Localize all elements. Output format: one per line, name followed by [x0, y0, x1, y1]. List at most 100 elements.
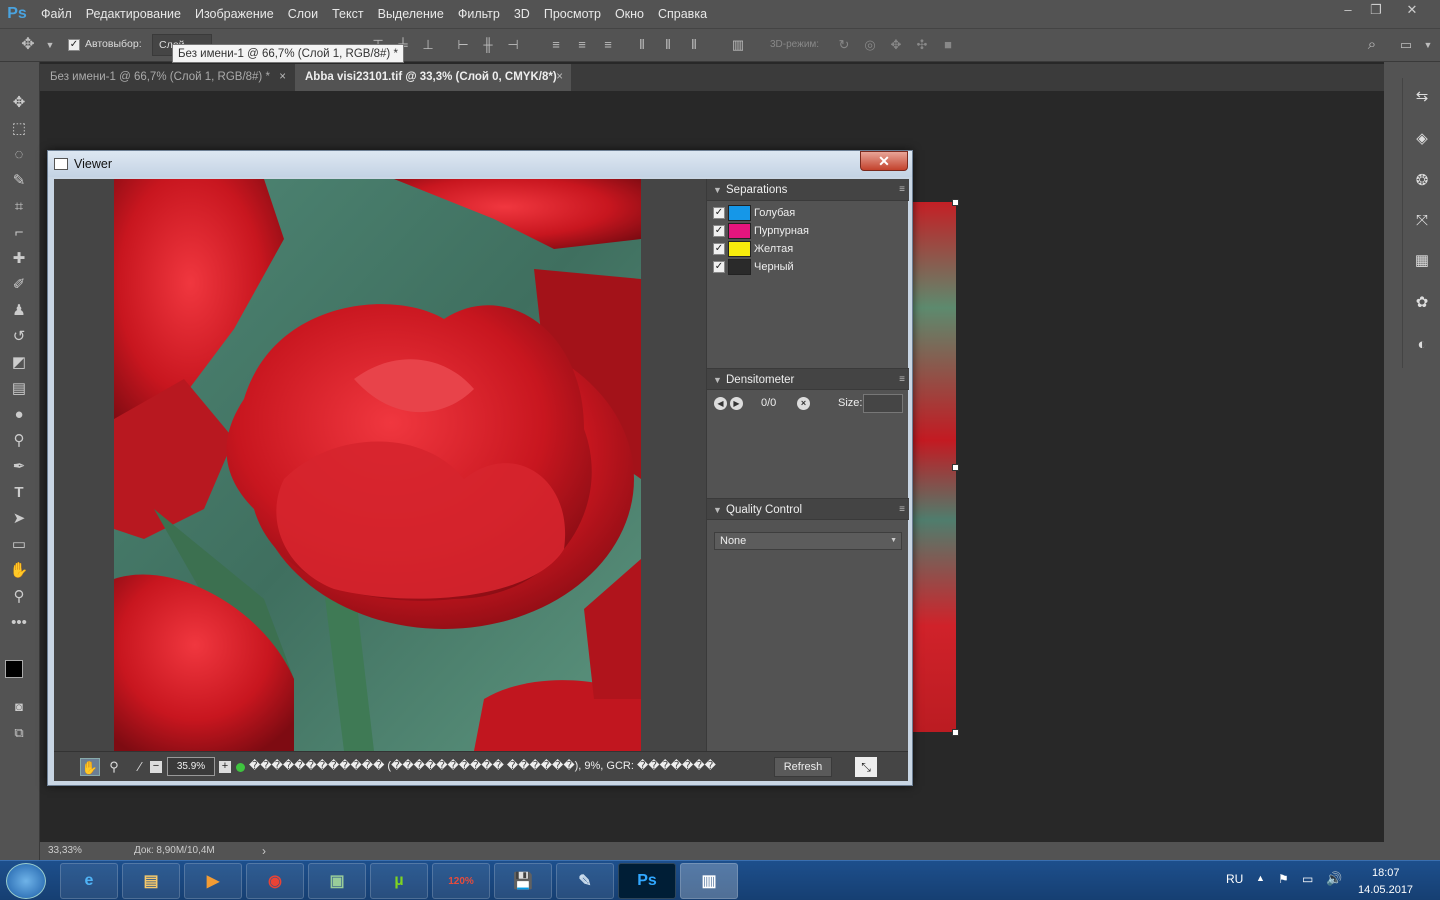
status-menu-arrow[interactable]: › [262, 842, 266, 860]
history-brush-tool-icon[interactable]: ↺ [6, 326, 32, 348]
transform-handle[interactable] [952, 729, 959, 736]
type-tool-icon[interactable]: T [6, 482, 32, 504]
align-right-icon[interactable]: ⊣ [505, 37, 521, 53]
menu-file[interactable]: Файл [34, 0, 79, 28]
network-icon[interactable]: ▭ [1302, 872, 1313, 886]
chevron-down-icon[interactable]: ▼ [713, 179, 722, 201]
align-hcenter-icon[interactable]: ╫ [480, 37, 496, 53]
restore-button[interactable]: ❐ [1362, 0, 1390, 20]
more-tools-icon[interactable]: ••• [6, 612, 32, 634]
chevron-down-icon[interactable]: ▼ [713, 499, 722, 521]
blur-tool-icon[interactable]: ● [6, 404, 32, 426]
flag-icon[interactable]: ⚑ [1278, 872, 1289, 886]
size-stepper[interactable] [863, 394, 903, 413]
chevron-down-icon[interactable]: ▼ [42, 37, 58, 53]
monitor-taskbar-icon[interactable]: ▣ [308, 863, 366, 899]
3d-roll-icon[interactable]: ◎ [862, 37, 878, 53]
separation-row-yellow[interactable]: ✓ Желтая [713, 240, 793, 257]
healing-brush-tool-icon[interactable]: ✚ [6, 248, 32, 270]
3d-pan-icon[interactable]: ✥ [888, 37, 904, 53]
explorer-taskbar-icon[interactable]: ▤ [122, 863, 180, 899]
viewer-close-button[interactable]: ✕ [860, 151, 908, 171]
move-tool-icon[interactable]: ✥ [6, 92, 32, 114]
black-checkbox[interactable]: ✓ [713, 260, 725, 273]
adjustments-panel-icon[interactable]: ◐ [1411, 334, 1433, 356]
photoshop-taskbar-icon[interactable]: Ps [618, 863, 676, 899]
hand-tool-icon[interactable]: ✋ [80, 758, 100, 776]
3d-rotate-icon[interactable]: ↻ [836, 37, 852, 53]
menu-view[interactable]: Просмотр [537, 0, 608, 28]
panel-menu-icon[interactable]: ≡ [899, 499, 905, 521]
menu-type[interactable]: Текст [325, 0, 370, 28]
menu-select[interactable]: Выделение [371, 0, 451, 28]
move-tool-icon[interactable]: ✥ [20, 37, 36, 53]
collapse-window-icon[interactable]: ⤡ [855, 757, 877, 777]
3d-scale-icon[interactable]: ■ [940, 37, 956, 53]
distribute-bottom-icon[interactable]: ≡ [600, 37, 616, 53]
eyedropper-tool-icon[interactable]: ⌐ [6, 222, 32, 244]
autoselect-checkbox[interactable]: ✓ [68, 39, 80, 51]
brush-tool-icon[interactable]: ✐ [6, 274, 32, 296]
utorrent-taskbar-icon[interactable]: µ [370, 863, 428, 899]
separation-row-cyan[interactable]: ✓ Голубая [713, 204, 795, 221]
zoom-out-icon[interactable]: − [150, 761, 162, 773]
auto-align-icon[interactable]: ▥ [730, 37, 746, 53]
close-icon[interactable]: × [279, 64, 286, 91]
tulip-photo[interactable] [114, 179, 641, 751]
distribute-left-icon[interactable]: ⫴ [634, 37, 650, 53]
magenta-checkbox[interactable]: ✓ [713, 224, 725, 237]
menu-window[interactable]: Окно [608, 0, 651, 28]
pdf-taskbar-icon[interactable]: 120% [432, 863, 490, 899]
workspace-chevron-icon[interactable]: ▼ [1420, 37, 1436, 53]
distribute-vcenter-icon[interactable]: ≡ [574, 37, 590, 53]
clock-time[interactable]: 18:07 [1372, 867, 1400, 879]
transform-handle[interactable] [952, 199, 959, 206]
zoom-in-icon[interactable]: + [219, 761, 231, 773]
quality-control-select[interactable]: None ▼ [714, 532, 902, 550]
volume-icon[interactable]: 🔊 [1326, 871, 1342, 887]
tab-untitled-1[interactable]: Без имени-1 @ 66,7% (Слой 1, RGB/8#) * × [40, 64, 294, 91]
cyan-checkbox[interactable]: ✓ [713, 206, 725, 219]
workspace-icon[interactable]: ▭ [1398, 37, 1414, 53]
path-select-tool-icon[interactable]: ➤ [6, 508, 32, 530]
densitometer-header[interactable]: ▼ Densitometer ≡ [707, 368, 909, 390]
document-image[interactable] [908, 202, 956, 732]
ie-taskbar-icon[interactable]: e [60, 863, 118, 899]
eyedropper-icon[interactable]: ⁄ [130, 758, 150, 776]
transform-handle[interactable] [952, 464, 959, 471]
paths-panel-icon[interactable]: ⤧ [1411, 210, 1433, 232]
separation-row-magenta[interactable]: ✓ Пурпурная [713, 222, 809, 239]
menu-image[interactable]: Изображение [188, 0, 281, 28]
separation-row-black[interactable]: ✓ Черный [713, 258, 794, 275]
zoom-input[interactable]: 35.9% [167, 757, 215, 776]
dodge-tool-icon[interactable]: ⚲ [6, 430, 32, 452]
tray-expand-icon[interactable]: ▲ [1256, 873, 1265, 883]
floppy-taskbar-icon[interactable]: 💾 [494, 863, 552, 899]
gradient-tool-icon[interactable]: ▤ [6, 378, 32, 400]
distribute-hcenter-icon[interactable]: ⫴ [660, 37, 676, 53]
menu-help[interactable]: Справка [651, 0, 714, 28]
distribute-right-icon[interactable]: ⫴ [686, 37, 702, 53]
next-sample-icon[interactable]: ▶ [730, 397, 743, 410]
tab-abba-visi[interactable]: Abba visi23101.tif @ 33,3% (Слой 0, CMYK… [295, 64, 571, 91]
pen-tool-icon[interactable]: ✒ [6, 456, 32, 478]
crop-tool-icon[interactable]: ⌗ [6, 196, 32, 218]
marquee-tool-icon[interactable]: ⬚ [6, 118, 32, 140]
viewer-titlebar[interactable]: Viewer ✕ [48, 151, 912, 177]
chevron-down-icon[interactable]: ▼ [713, 369, 722, 391]
menu-3d[interactable]: 3D [507, 0, 537, 28]
zoom-tool-icon[interactable]: ⚲ [6, 586, 32, 608]
quick-select-tool-icon[interactable]: ✎ [6, 170, 32, 192]
separations-header[interactable]: ▼ Separations ≡ [707, 179, 909, 201]
clone-stamp-tool-icon[interactable]: ♟ [6, 300, 32, 322]
layers-panel-icon[interactable]: ◈ [1411, 128, 1433, 150]
language-indicator[interactable]: RU [1226, 872, 1243, 886]
menu-layers[interactable]: Слои [281, 0, 325, 28]
lasso-tool-icon[interactable]: ◌ [6, 144, 32, 166]
refresh-button[interactable]: Refresh [774, 757, 832, 777]
notepad-taskbar-icon[interactable]: ✎ [556, 863, 614, 899]
zoom-level[interactable]: 33,33% [48, 842, 82, 860]
quick-mask-icon[interactable]: ◙ [6, 696, 32, 718]
3d-slide-icon[interactable]: ✣ [914, 37, 930, 53]
distribute-top-icon[interactable]: ≡ [548, 37, 564, 53]
